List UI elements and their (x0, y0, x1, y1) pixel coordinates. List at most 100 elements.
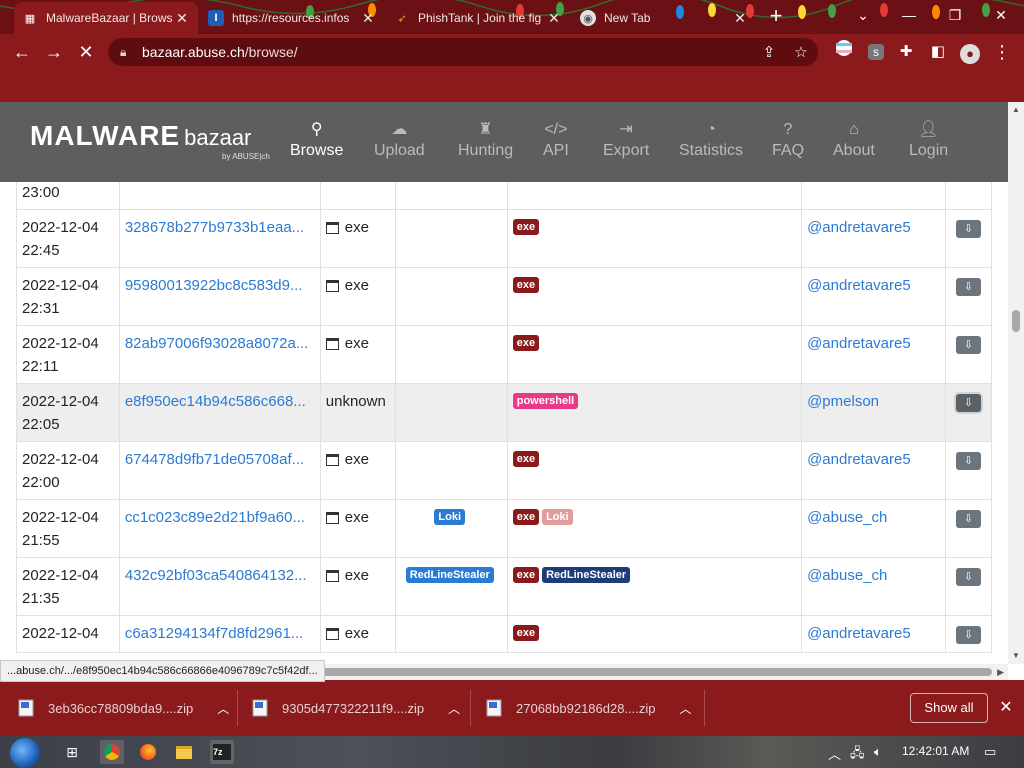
file-explorer-taskbar-icon[interactable] (172, 740, 196, 764)
sample-hash-link[interactable]: cc1c023c89e2d21bf9a60... (125, 509, 305, 526)
volume-icon[interactable]: 🔈︎ (874, 744, 882, 760)
tag-badge[interactable]: Loki (542, 509, 573, 525)
show-hidden-icons-chevron-icon[interactable]: ︿ (828, 744, 841, 763)
scroll-right-arrow-icon[interactable]: ▶ (997, 667, 1004, 678)
tag-badge[interactable]: exe (512, 219, 540, 235)
sample-hash-link[interactable]: e8f950ec14b94c586c668... (125, 393, 306, 410)
close-tab-icon[interactable]: ✕ (174, 10, 190, 26)
signature-badge[interactable]: Loki (434, 509, 466, 525)
tab-resources-infosec[interactable]: I https://resources.infos ✕ (200, 2, 384, 34)
chevron-up-icon[interactable]: ︿ (217, 700, 229, 717)
tab-phishtank[interactable]: ➶ PhishTank | Join the fig ✕ (386, 2, 570, 34)
side-panel-icon[interactable]: ◧ (924, 38, 952, 66)
task-view-icon[interactable]: ⊞ (60, 740, 84, 764)
chevron-up-icon[interactable]: ︿ (680, 700, 692, 717)
scroll-down-arrow-icon[interactable]: ▼ (1012, 652, 1020, 660)
close-window-icon[interactable]: ✕ (978, 0, 1024, 30)
share-icon[interactable]: ⇪ (760, 44, 778, 62)
first-seen-date: 2022-12-04 (22, 219, 99, 236)
tag-badge[interactable]: exe (512, 567, 540, 583)
sample-hash-link[interactable]: 674478d9fb71de05708af... (125, 451, 304, 468)
profile-avatar-icon[interactable]: ● (956, 38, 984, 66)
extensions-puzzle-icon[interactable]: ✚ (892, 38, 920, 66)
tab-new-tab[interactable]: ◉ New Tab ✕ (572, 2, 756, 34)
windows-start-orb-icon[interactable] (10, 738, 40, 768)
extension-flag-icon[interactable] (830, 38, 858, 66)
reporter-link[interactable]: @andretavare5 (807, 335, 911, 352)
tag-badge[interactable]: exe (512, 451, 540, 467)
network-icon[interactable]: 🖧︎ (850, 744, 865, 766)
reporter-link[interactable]: @andretavare5 (807, 451, 911, 468)
vertical-scrollbar[interactable]: ▲ ▼ (1008, 102, 1024, 664)
7zip-taskbar-icon[interactable]: 7z (210, 740, 234, 764)
reporter-link[interactable]: @pmelson (807, 393, 879, 410)
minimize-window-icon[interactable]: — (886, 0, 932, 30)
download-item[interactable]: 9305d477322211f9....zip ︿ (252, 680, 460, 736)
tag-badge[interactable]: powershell (512, 393, 579, 409)
close-tab-icon[interactable]: ✕ (360, 10, 376, 26)
signature-badge[interactable]: RedLineStealer (405, 567, 494, 583)
chrome-taskbar-icon[interactable] (100, 740, 124, 764)
cloud-download-icon[interactable]: ⇩ (955, 452, 981, 470)
restore-window-icon[interactable]: ❐ (932, 0, 978, 30)
reporter-link[interactable]: @abuse_ch (807, 509, 887, 526)
download-item[interactable]: 3eb36cc78809bda9....zip ︿ (18, 680, 229, 736)
reporter-cell: @andretavare5 (801, 441, 946, 500)
reporter-link[interactable]: @abuse_ch (807, 567, 887, 584)
cloud-download-icon[interactable]: ⇩ (955, 394, 981, 412)
nav-upload[interactable]: ☁ Upload (374, 120, 425, 160)
cloud-download-icon[interactable]: ⇩ (955, 510, 981, 528)
url-path: /browse/ (244, 44, 298, 60)
forward-arrow-icon[interactable]: → (40, 38, 68, 66)
nav-browse[interactable]: ⚲ Browse (290, 120, 343, 160)
reporter-link[interactable]: @andretavare5 (807, 277, 911, 294)
nav-login[interactable]: 👤︎ Login (909, 120, 948, 160)
nav-about[interactable]: ⌂ About (833, 120, 875, 160)
sample-hash-link[interactable]: 432c92bf03ca540864132... (125, 567, 307, 584)
download-item[interactable]: 27068bb92186d28....zip ︿ (486, 680, 692, 736)
close-tab-icon[interactable]: ✕ (732, 10, 748, 26)
cloud-download-icon[interactable]: ⇩ (955, 278, 981, 296)
sample-hash-link[interactable]: 95980013922bc8c583d9... (125, 277, 303, 294)
stop-loading-icon[interactable]: ✕ (72, 38, 100, 66)
sample-hash-link[interactable]: 82ab97006f93028a8072a... (125, 335, 309, 352)
sample-hash-link[interactable]: c6a31294134f7d8fd2961... (125, 625, 304, 642)
reporter-link[interactable]: @andretavare5 (807, 219, 911, 236)
cloud-download-icon[interactable]: ⇩ (955, 626, 981, 644)
new-tab-plus-icon[interactable]: + (763, 4, 789, 30)
close-downloads-shelf-icon[interactable]: ✕ (996, 698, 1016, 718)
address-bar[interactable]: 🔒︎ bazaar.abuse.ch/browse/ ⇪ ☆ (108, 38, 818, 66)
first-seen-time: 22:11 (22, 358, 59, 375)
show-all-downloads-button[interactable]: Show all (910, 693, 988, 723)
nav-api[interactable]: </> API (543, 120, 569, 160)
action-center-icon[interactable]: ▭ (984, 744, 996, 760)
nav-faq[interactable]: ? FAQ (772, 120, 804, 160)
tag-badge[interactable]: exe (512, 509, 540, 525)
malwarebazaar-logo[interactable]: MALWARE bazaar by ABUSE|ch (30, 120, 270, 161)
cloud-download-icon[interactable]: ⇩ (955, 336, 981, 354)
scroll-up-arrow-icon[interactable]: ▲ (1012, 106, 1020, 114)
nav-label: Upload (374, 142, 425, 159)
tab-search-chevron-icon[interactable]: ⌄ (840, 0, 886, 30)
vertical-scroll-thumb[interactable] (1012, 310, 1020, 332)
browser-menu-kebab-icon[interactable]: ⋮ (988, 38, 1016, 66)
tab-malwarebazaar[interactable]: ▦ MalwareBazaar | Brows ✕ (14, 2, 198, 34)
chevron-up-icon[interactable]: ︿ (448, 700, 460, 717)
nav-export[interactable]: ⇥ Export (603, 120, 649, 160)
cloud-download-icon[interactable]: ⇩ (955, 220, 981, 238)
close-tab-icon[interactable]: ✕ (546, 10, 562, 26)
reporter-link[interactable]: @andretavare5 (807, 625, 911, 642)
tag-badge[interactable]: exe (512, 335, 540, 351)
bookmark-star-icon[interactable]: ☆ (792, 44, 810, 62)
nav-statistics[interactable]: ◔ Statistics (679, 120, 743, 160)
tag-badge[interactable]: exe (512, 277, 540, 293)
tag-badge[interactable]: RedLineStealer (542, 567, 631, 583)
nav-hunting[interactable]: ♜ Hunting (458, 120, 513, 160)
cloud-download-icon[interactable]: ⇩ (955, 568, 981, 586)
back-arrow-icon[interactable]: ← (8, 38, 36, 66)
extension-s-icon[interactable]: s (862, 38, 890, 66)
sample-hash-link[interactable]: 328678b277b9733b1eaa... (125, 219, 304, 236)
taskbar-clock[interactable]: 12:42:01 AM (902, 744, 969, 758)
firefox-taskbar-icon[interactable] (136, 740, 160, 764)
tag-badge[interactable]: exe (512, 625, 540, 641)
